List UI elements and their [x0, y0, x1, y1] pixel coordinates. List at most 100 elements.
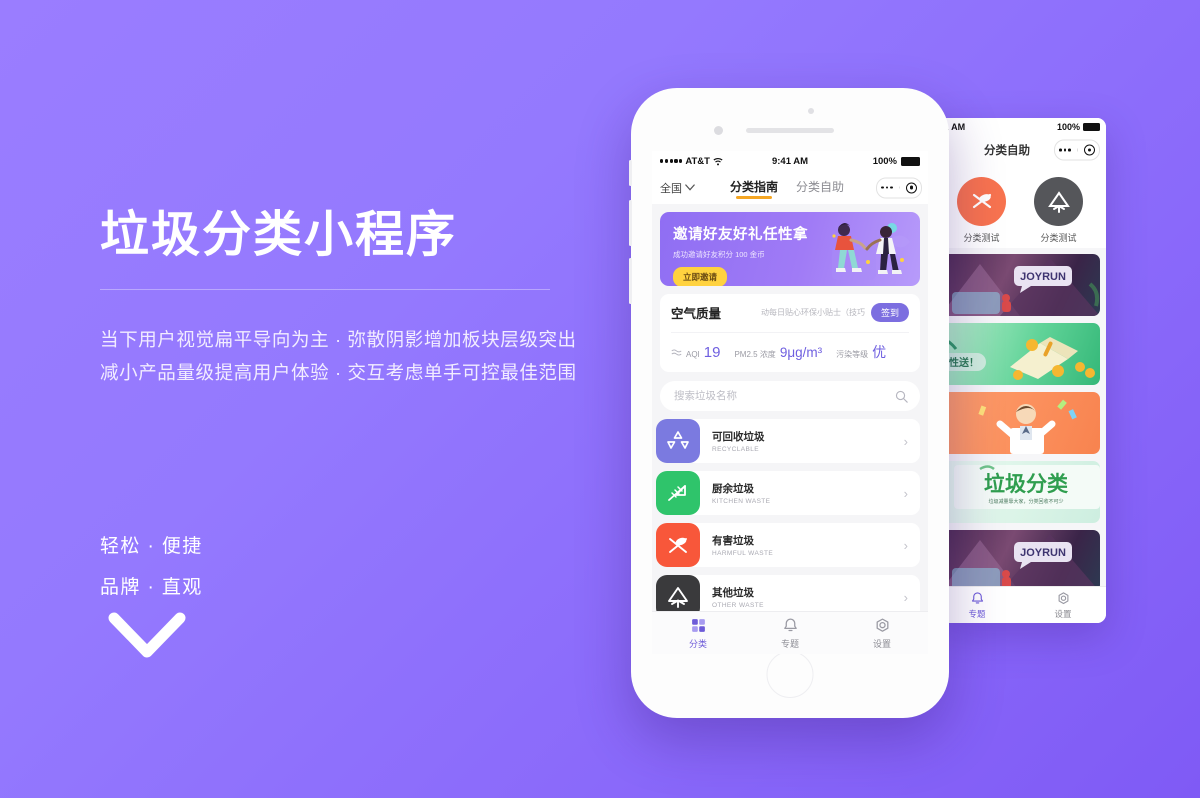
category-recyclable[interactable]: 可回收垃圾 RECYCLABLE › — [656, 419, 920, 463]
hazard-icon — [957, 177, 1006, 226]
celebrate-card[interactable] — [940, 392, 1100, 454]
coins-book-card[interactable]: 性送！ — [940, 323, 1100, 385]
wechat-capsule[interactable] — [876, 177, 922, 198]
tab-label: 设置 — [872, 638, 891, 649]
air-quality-card: 空气质量 动每日贴心环保小贴士（技巧 签到 AQI 19 PM2.5 浓度 9μ… — [660, 294, 920, 372]
phone-back-tabbar: 专题 设置 — [934, 586, 1106, 623]
hero-subtitle-line-2: 减小产品量级提高用户体验 · 交互考虑单手可控最佳范围 — [100, 361, 577, 383]
region-selector[interactable]: 全国 — [660, 180, 695, 196]
metric-label: PM2.5 浓度 — [734, 350, 776, 359]
check-in-button[interactable]: 签到 — [870, 303, 909, 322]
metric-value: 优 — [872, 344, 887, 360]
banner-headline: 邀请好友好礼任性拿 — [673, 227, 808, 243]
more-dots-icon[interactable] — [881, 186, 900, 189]
joyrun-card[interactable]: JOYRUN — [940, 254, 1100, 316]
wave-icon — [671, 349, 682, 356]
bell-icon — [971, 591, 983, 603]
category-kitchen[interactable]: 厨余垃圾 KITCHEN WASTE › — [656, 471, 920, 515]
mute-switch[interactable] — [629, 160, 632, 186]
metric-pm25: PM2.5 浓度 9μg/m³ — [734, 345, 822, 360]
target-icon[interactable] — [1083, 144, 1095, 156]
category-name-en: HARMFUL WASTE — [712, 550, 774, 557]
wechat-capsule-back[interactable] — [1054, 139, 1100, 161]
bell-icon — [783, 617, 797, 631]
air-quality-header: 空气质量 动每日贴心环保小贴士（技巧 签到 — [671, 303, 909, 322]
tab-label: 分类 — [688, 638, 707, 649]
joyrun-card-2[interactable]: JOYRUN — [940, 530, 1100, 592]
category-name-en: KITCHEN WASTE — [712, 498, 771, 505]
search-bar[interactable] — [660, 381, 920, 411]
air-quality-marquee: 动每日贴心环保小贴士（技巧 — [760, 308, 865, 317]
status-battery-back: 100% — [1057, 122, 1100, 132]
category-text: 厨余垃圾 KITCHEN WASTE — [712, 481, 770, 505]
tab-self-service[interactable]: 分类自助 — [796, 178, 844, 198]
speaker-grille — [746, 128, 834, 133]
hero-copy: 垃圾分类小程序 当下用户视觉扁平导向为主 · 弥散阴影增加板块层级突出 减小产品… — [100, 208, 577, 390]
battery-icon — [1083, 122, 1100, 131]
grid-icon — [691, 618, 705, 632]
card-caption: 垃圾分类 — [984, 472, 1069, 496]
chevron-right-icon: › — [903, 537, 908, 553]
battery-percent-back: 100% — [1056, 121, 1080, 132]
tagline-1: 轻松 · 便捷 — [100, 536, 203, 557]
metric-pollution-level: 污染等级 优 — [836, 342, 886, 362]
region-label: 全国 — [660, 182, 682, 195]
card-caption: 性送！ — [948, 356, 979, 369]
shortcut-harmful[interactable]: 分类测试 — [957, 177, 1006, 244]
tab-settings-back[interactable]: 设置 — [1020, 591, 1106, 620]
tab-guide[interactable]: 分类指南 — [730, 178, 778, 199]
top-tabs: 分类指南 分类自助 — [730, 178, 844, 199]
invite-now-button[interactable]: 立即邀请 — [673, 267, 728, 286]
hero-subtitle-line-1: 当下用户视觉扁平导向为主 · 弥散阴影增加板块层级突出 — [100, 328, 577, 350]
metric-value: 19 — [703, 344, 721, 361]
category-name-en: RECYCLABLE — [712, 446, 759, 453]
banner-subline: 成功邀请好友积分 100 金币 — [673, 250, 765, 259]
tagline-2: 品牌 · 直观 — [100, 577, 203, 598]
carrier-name: AT&T — [685, 155, 710, 167]
tab-settings[interactable]: 设置 — [836, 617, 928, 650]
category-text: 可回收垃圾 RECYCLABLE — [712, 429, 765, 453]
status-carrier: AT&T — [660, 156, 723, 167]
chevron-down-icon — [685, 184, 695, 191]
more-dots-icon[interactable] — [1059, 148, 1078, 152]
metric-value: 9μg/m³ — [779, 345, 823, 360]
status-battery: 100% — [873, 156, 920, 167]
search-icon[interactable] — [895, 390, 908, 403]
banner-illustration — [832, 222, 910, 280]
category-name-cn: 其他垃圾 — [712, 587, 754, 599]
category-name-en: OTHER WASTE — [712, 602, 764, 609]
tab-label: 设置 — [1054, 608, 1072, 619]
chevron-right-icon: › — [903, 433, 908, 449]
phone-back-navbar: 分类自助 — [934, 135, 1106, 165]
volume-down-button[interactable] — [629, 258, 632, 304]
home-button[interactable] — [766, 651, 814, 698]
category-harmful[interactable]: 有害垃圾 HARMFUL WASTE › — [656, 523, 920, 567]
hazard-icon — [656, 523, 700, 567]
tab-label: 专题 — [780, 638, 799, 649]
shortcut-other[interactable]: 分类测试 — [1034, 177, 1083, 244]
metric-label: 污染等级 — [836, 350, 869, 359]
chevron-down-icon[interactable] — [108, 610, 186, 662]
tab-topics[interactable]: 专题 — [744, 617, 836, 650]
volume-up-button[interactable] — [629, 200, 632, 246]
phone-front-content: 邀请好友好礼任性拿 成功邀请好友积分 100 金币 立即邀请 空气质量 动每日贴… — [652, 204, 928, 654]
sensor-icon — [714, 126, 723, 135]
search-input[interactable] — [672, 389, 877, 403]
category-name-cn: 厨余垃圾 — [712, 483, 754, 495]
page-title: 垃圾分类小程序 — [100, 208, 458, 262]
invite-banner[interactable]: 邀请好友好礼任性拿 成功邀请好友积分 100 金币 立即邀请 — [660, 212, 920, 286]
chevron-right-icon: › — [903, 589, 908, 605]
shortcut-label: 分类测试 — [963, 233, 1000, 243]
category-name-cn: 有害垃圾 — [712, 535, 754, 547]
phone-front-screen: AT&T 9:41 AM 100% 全国 分类指南 分类自助 邀请好友好礼任性拿… — [652, 151, 928, 654]
air-quality-metrics: AQI 19 PM2.5 浓度 9μg/m³ 污染等级 优 — [671, 332, 909, 362]
front-camera-icon — [808, 108, 814, 114]
phone-front-mockup: AT&T 9:41 AM 100% 全国 分类指南 分类自助 邀请好友好礼任性拿… — [629, 88, 949, 718]
chevron-right-icon: › — [903, 485, 908, 501]
garbage-sorting-card[interactable]: 垃圾分类 垃圾减量靠大家，分类回收不可少 — [940, 461, 1100, 523]
tab-categories[interactable]: 分类 — [652, 617, 744, 650]
status-time: 9:41 AM — [771, 155, 809, 167]
target-icon[interactable] — [905, 182, 917, 193]
category-text: 其他垃圾 OTHER WASTE — [712, 585, 764, 609]
phone-back-title: 分类自助 — [984, 145, 1030, 157]
